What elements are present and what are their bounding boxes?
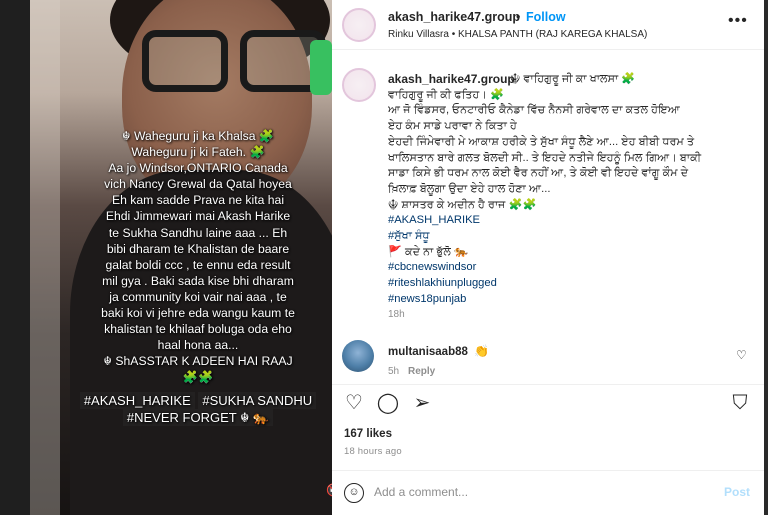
caption-hashtag[interactable]: #riteshlakhiunplugged [388,276,750,292]
screenshot-frame: ☬ Waheguru ji ka Khalsa 🧩 Waheguru ji ki… [0,0,768,515]
media-caption-line: haal hona aa... [157,338,239,353]
media-caption-line: vich Nancy Grewal da Qatal hoyea [104,177,292,192]
media-caption-line: mil gya . Baki sada kise bhi dharam [102,273,294,288]
caption-hashtag[interactable]: #AKASH_HARIKE [388,213,750,229]
post-media[interactable]: ☬ Waheguru ji ka Khalsa 🧩 Waheguru ji ki… [30,0,332,515]
media-caption-line: 🧩🧩 [182,370,214,385]
share-icon[interactable]: ➢ [410,391,434,415]
caption-hashtag[interactable]: #ਸੁੱਖਾ ਸੰਧੂ [388,229,750,245]
add-comment-bar: ☺ Post [332,470,764,515]
comment-text: 👏 [474,344,489,358]
comment-item: multanisaab88 👏 5h Reply ♡ [332,340,764,384]
post-timestamp: 18 hours ago [344,446,402,457]
post-caption: akash_harike47.group ☬ ਵਾਹਿਗੁਰੂ ਜੀ ਕਾ ਖਾ… [332,60,764,330]
media-caption-line: Waheguru ji ki Fateh. 🧩 [131,145,265,160]
media-caption-line: galat boldi ccc , te ennu eda result [105,257,291,272]
post-subtitle[interactable]: Rinku Villasra • KHALSA PANTH (RAJ KAREG… [388,29,647,40]
caption-line: ਏਹ ਕੰਮ ਸਾਡੇ ਪਰਾਵਾ ਨੇ ਕਿਤਾ ਹੇ [388,120,517,133]
follow-button[interactable]: Follow [526,10,566,24]
author-avatar[interactable] [342,8,376,42]
media-hashtag: #AKASH_HARIKE [79,391,195,409]
frame-edge [764,0,768,515]
media-caption-line: bibi dharam te Khalistan de baare [106,241,290,256]
media-caption-line: ☬ Waheguru ji ka Khalsa 🧩 [121,129,275,143]
media-edge [30,0,60,515]
media-caption: ☬ Waheguru ji ka Khalsa 🧩 Waheguru ji ki… [66,128,330,426]
header-separator: • [516,10,521,24]
caption-line: ਖ਼ਿਲਾਫ਼ ਬੋਲੂਗਾ ਉਦਾ ਏਹੇ ਹਾਲ ਹੋਣਾ ਆ... [388,182,551,195]
caption-line: ਸਾਡਾ ਕਿਸੇ ਭੀ ਧਰਮ ਨਾਲ ਕੋਈ ਵੈਰ ਨਹੀਂ ਆ, ਤੇ … [388,167,689,180]
media-glasses-arm [310,40,332,95]
comment-timestamp: 5h [388,366,400,377]
comment-input[interactable] [374,481,704,503]
media-caption-line: te Sukha Sandhu laine aaa ... Eh [108,225,288,240]
comment-icon[interactable]: ◯ [376,391,400,415]
caption-line: 🚩 ਕਦੇ ਨਾ ਭੁੱਲੋ 🐅 [388,245,468,258]
media-hashtag: #NEVER FORGET ☬ 🐅 [122,408,274,426]
caption-avatar[interactable] [342,68,376,102]
caption-hashtag[interactable]: #cbcnewswindsor [388,260,750,276]
post-panel: akash_harike47.group • Follow Rinku Vill… [332,0,764,515]
likes-count[interactable]: 167 likes [344,428,392,440]
caption-line: ਖਾਲਿਸਤਾਨ ਬਾਰੇ ਗਲਤ ਬੋਲਦੀ ਸੀ.. ਤੇ ਇਹਦੇ ਨਤੀ… [388,151,702,164]
commenter-avatar[interactable] [342,340,374,372]
media-caption-line: ja community koi vair nai aaa , te [109,289,287,304]
media-hashtags: #AKASH_HARIKE #SUKHA SANDHU #NEVER FORGE… [66,391,330,426]
like-icon[interactable]: ♡ [342,391,366,415]
caption-line: ਵਾਹਿਗੁਰੂ ਜੀ ਕੀ ਫਤਿਹ। 🧩 [388,88,504,101]
caption-line: ਆ ਜੋ ਵਿੰਡਸਰ, ਓਨਟਾਰੀਓ ਕੈਨੇਡਾ ਵਿੱਚ ਨੈਨਸੀ ਗ… [388,104,680,117]
media-glasses-left [142,30,228,92]
caption-line: ਏਹਦੀ ਜਿੰਮੇਵਾਰੀ ਮੇ ਆਕਾਸ਼ ਹਰੀਕੇ ਤੇ ਸੁੱਖਾ ਸ… [388,135,695,148]
caption-text: ☬ ਵਾਹਿਗੁਰੂ ਜੀ ਕਾ ਖਾਲਸਾ 🧩 ਵਾਹਿਗੁਰੂ ਜੀ ਕੀ … [388,72,750,308]
post-actions: ♡ ◯ ➢ ⛉ [332,384,764,424]
media-caption-line: Eh kam sadde Prava ne kita hai [111,193,285,208]
caption-line: ☬ ਵਾਹਿਗੁਰੂ ਜੀ ਕਾ ਖਾਲਸਾ 🧩 [510,73,636,85]
post-comment-button[interactable]: Post [724,485,750,499]
media-caption-line: Aa jo Windsor,ONTARIO Canada [108,161,288,176]
save-icon[interactable]: ⛉ [728,391,752,415]
media-caption-line: Ehdi Jimmewari mai Akash Harike [105,209,291,224]
media-caption-line: khalistan te khilaaf boluga oda eho [104,322,292,337]
post-header: akash_harike47.group • Follow Rinku Vill… [332,0,764,50]
media-caption-line: ☬ ShASSTAR K ADEEN HAI RAAJ [103,354,293,369]
commenter-username[interactable]: multanisaab88 [388,346,468,358]
caption-line: ☬ ਸ਼ਾਸਤਰ ਕੇ ਅਦੀਨ ਹੈ ਰਾਜ 🧩🧩 [388,198,537,211]
reply-button[interactable]: Reply [408,366,435,377]
emoji-icon[interactable]: ☺ [344,483,364,503]
media-hashtag: #SUKHA SANDHU [198,391,317,409]
more-options-icon[interactable]: ••• [728,12,748,30]
media-caption-line: baki koi vi jehre eda wangu kaum te [101,306,295,321]
caption-timestamp: 18h [388,309,405,320]
comment-like-icon[interactable]: ♡ [736,348,747,362]
author-username[interactable]: akash_harike47.group [388,10,520,24]
caption-hashtag[interactable]: #news18punjab [388,292,750,308]
